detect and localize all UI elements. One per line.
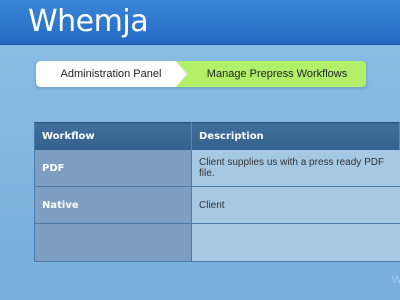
workflow-cell[interactable]: Native — [34, 186, 192, 224]
top-header-bar: Whemja — [0, 0, 400, 45]
table-header-row: Workflow Description — [34, 122, 400, 150]
table-row[interactable]: PDF Client supplies us with a press read… — [34, 150, 400, 187]
column-header-workflow[interactable]: Workflow — [34, 122, 192, 150]
description-cell: Client — [191, 186, 400, 224]
table-row[interactable]: Native Client — [34, 186, 400, 224]
description-cell — [191, 223, 400, 262]
breadcrumb-separator-inner — [176, 62, 186, 86]
workflow-cell[interactable]: PDF — [34, 150, 192, 187]
table-row[interactable] — [34, 223, 400, 262]
workflow-cell[interactable] — [34, 223, 192, 262]
column-header-description[interactable]: Description — [191, 122, 400, 150]
breadcrumb-item-manage-prepress-workflows: Manage Prepress Workflows — [176, 61, 366, 87]
description-cell: Client supplies us with a press ready PD… — [191, 150, 400, 187]
footer-watermark: W — [391, 274, 400, 286]
breadcrumb-item-administration-panel[interactable]: Administration Panel — [36, 61, 178, 87]
breadcrumb: Administration Panel Manage Prepress Wor… — [36, 61, 366, 87]
app-logo[interactable]: Whemja — [28, 4, 149, 39]
workflows-table: Workflow Description PDF Client supplies… — [34, 122, 400, 262]
